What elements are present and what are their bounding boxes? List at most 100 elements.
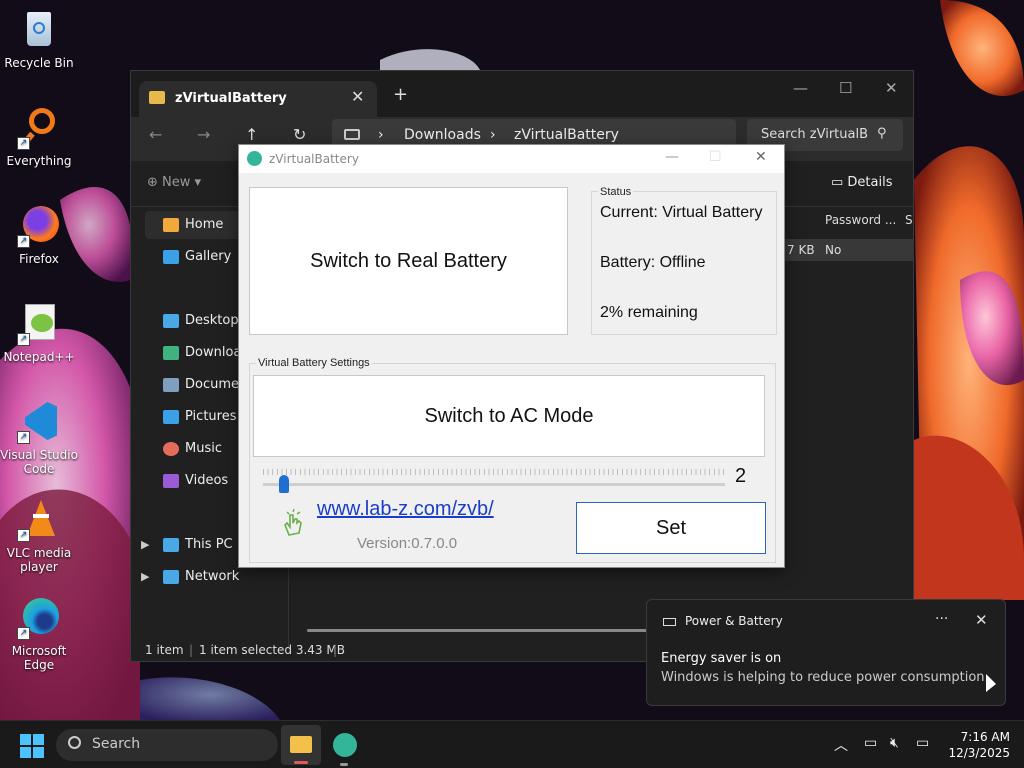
- desktop-icon-recycle-bin[interactable]: Recycle Bin: [0, 8, 78, 70]
- start-button[interactable]: [20, 734, 44, 758]
- network-icon: [163, 570, 179, 584]
- taskbar-clock[interactable]: 7:16 AM 12/3/2025: [936, 729, 1010, 761]
- sidebar-item-label: Music: [185, 441, 222, 456]
- pictures-icon: [163, 410, 179, 424]
- forward-button[interactable]: →: [197, 125, 210, 144]
- cell-size: 7 KB: [787, 243, 815, 257]
- sidebar-item-label: Network: [185, 569, 240, 584]
- new-button[interactable]: ⊕ New ▾: [147, 175, 201, 190]
- recycle-bin-icon: [17, 8, 61, 52]
- desktop-icon: [163, 314, 179, 328]
- clock-time: 7:16 AM: [960, 730, 1010, 744]
- refresh-button[interactable]: ↻: [293, 125, 306, 144]
- desktop-icon-notepadpp[interactable]: ↗ Notepad++: [0, 302, 78, 364]
- notification-close-icon[interactable]: ✕: [975, 611, 988, 629]
- zvb-window-title: zVirtualBattery: [269, 152, 359, 166]
- details-button[interactable]: ▭ Details: [831, 175, 893, 190]
- new-tab-button[interactable]: +: [393, 84, 408, 105]
- desktop-icon-edge[interactable]: ↗ Microsoft Edge: [0, 596, 78, 672]
- pc-icon: [163, 538, 179, 552]
- switch-to-ac-mode-button[interactable]: Switch to AC Mode: [253, 375, 765, 457]
- desktop-icon-label: Notepad++: [3, 350, 75, 364]
- hand-pointer-icon: [284, 509, 302, 536]
- zvb-close-button[interactable]: ✕: [755, 149, 767, 165]
- chevron-right-icon[interactable]: ▶: [141, 531, 149, 559]
- back-button[interactable]: ←: [149, 125, 162, 144]
- column-header-password[interactable]: Password ...: [825, 213, 896, 227]
- switch-to-real-battery-button[interactable]: Switch to Real Battery: [249, 187, 568, 335]
- desktop-icon-vscode[interactable]: ↗ Visual Studio Code: [0, 400, 78, 476]
- breadcrumb-downloads[interactable]: Downloads: [404, 127, 481, 143]
- zvb-logo-icon: [247, 151, 262, 166]
- explorer-tab[interactable]: zVirtualBattery ✕: [139, 81, 377, 117]
- search-icon: ⚲: [877, 126, 887, 141]
- column-header-size[interactable]: Si: [905, 213, 913, 227]
- active-indicator: [294, 761, 308, 764]
- desktop-icon-label: Visual Studio Code: [0, 448, 78, 476]
- status-selected: 1 item selected 3.43 MB: [199, 643, 345, 657]
- search-placeholder: Search zVirtualB: [761, 127, 869, 142]
- status-group: Status Current: Virtual Battery Battery:…: [591, 186, 777, 335]
- network-status-icon[interactable]: ▭: [864, 735, 877, 751]
- desktop-icon-firefox[interactable]: ↗ Firefox: [0, 204, 78, 266]
- up-button[interactable]: ↑: [245, 125, 258, 144]
- explorer-minimize-button[interactable]: —: [793, 79, 808, 97]
- website-link[interactable]: www.lab-z.com/zvb/: [317, 498, 494, 521]
- sidebar-item-label: Gallery: [185, 249, 232, 264]
- sidebar-item-label: Desktop: [185, 313, 239, 328]
- music-icon: [163, 442, 179, 456]
- table-row[interactable]: 7 KB No: [783, 239, 913, 261]
- download-icon: [163, 346, 179, 360]
- notepadpp-icon: ↗: [17, 302, 61, 346]
- everything-icon: ↗: [17, 106, 61, 150]
- status-caption: Status: [598, 186, 634, 198]
- home-icon: [163, 218, 179, 232]
- version-label: Version:0.7.0.0: [357, 535, 458, 552]
- battery-icon: [663, 618, 676, 626]
- desktop-icon-label: VLC media player: [6, 546, 72, 574]
- sidebar-item-label: Pictures: [185, 409, 237, 424]
- settings-caption: Virtual Battery Settings: [256, 357, 372, 369]
- desktop-icon-everything[interactable]: ↗ Everything: [0, 106, 78, 168]
- battery-level-slider[interactable]: [263, 483, 725, 486]
- notification-more-icon[interactable]: ···: [935, 611, 948, 627]
- taskbar-search-box[interactable]: Search: [56, 729, 278, 761]
- desktop-icon-label: Recycle Bin: [4, 56, 74, 70]
- explorer-close-button[interactable]: ✕: [885, 79, 898, 97]
- mouse-cursor-icon: [986, 674, 996, 692]
- taskbar-file-explorer-button[interactable]: [281, 725, 321, 765]
- volume-muted-icon[interactable]: 🔇︎: [890, 735, 899, 751]
- notification-app-name: Power & Battery: [685, 614, 783, 628]
- zvb-minimize-button[interactable]: —: [665, 149, 679, 165]
- tab-close-icon[interactable]: ✕: [351, 87, 364, 106]
- horizontal-scrollbar[interactable]: [307, 629, 647, 632]
- battery-status-icon[interactable]: ▭: [916, 735, 929, 751]
- desktop-icon-vlc[interactable]: ↗ VLC media player: [0, 498, 78, 574]
- edge-icon: ↗: [17, 596, 61, 640]
- set-button[interactable]: Set: [576, 502, 766, 554]
- new-label: New: [162, 175, 191, 190]
- gallery-icon: [163, 250, 179, 264]
- taskbar-search-label: Search: [92, 736, 141, 752]
- vscode-icon: ↗: [17, 400, 61, 444]
- zvb-maximize-button[interactable]: ☐: [709, 149, 722, 165]
- breadcrumb-zvirtualbattery[interactable]: zVirtualBattery: [514, 127, 619, 143]
- tray-overflow-chevron-icon[interactable]: ︿: [834, 735, 848, 755]
- taskbar-zvirtualbattery-button[interactable]: [333, 733, 357, 766]
- breadcrumb-sep: ›: [490, 127, 496, 143]
- zvb-title-bar: zVirtualBattery — ☐ ✕: [239, 145, 784, 173]
- explorer-maximize-button[interactable]: ☐: [839, 79, 852, 97]
- desktop-icon-label: Everything: [6, 154, 72, 168]
- zvirtualbattery-window: zVirtualBattery — ☐ ✕ Switch to Real Bat…: [238, 144, 785, 568]
- slider-value: 2: [735, 465, 747, 487]
- desktop-icon-label: Firefox: [19, 252, 59, 266]
- documents-icon: [163, 378, 179, 392]
- chevron-right-icon[interactable]: ▶: [141, 563, 149, 591]
- column-headers: Password ... Si: [821, 207, 913, 233]
- status-battery: Battery: Offline: [600, 254, 706, 271]
- notification-body: Windows is helping to reduce power consu…: [661, 670, 989, 685]
- slider-thumb[interactable]: [278, 475, 289, 493]
- power-battery-notification[interactable]: Power & Battery ··· ✕ Energy saver is on…: [646, 599, 1006, 706]
- cell-password: No: [825, 243, 842, 257]
- desktop-icon-label: Microsoft Edge: [11, 644, 67, 672]
